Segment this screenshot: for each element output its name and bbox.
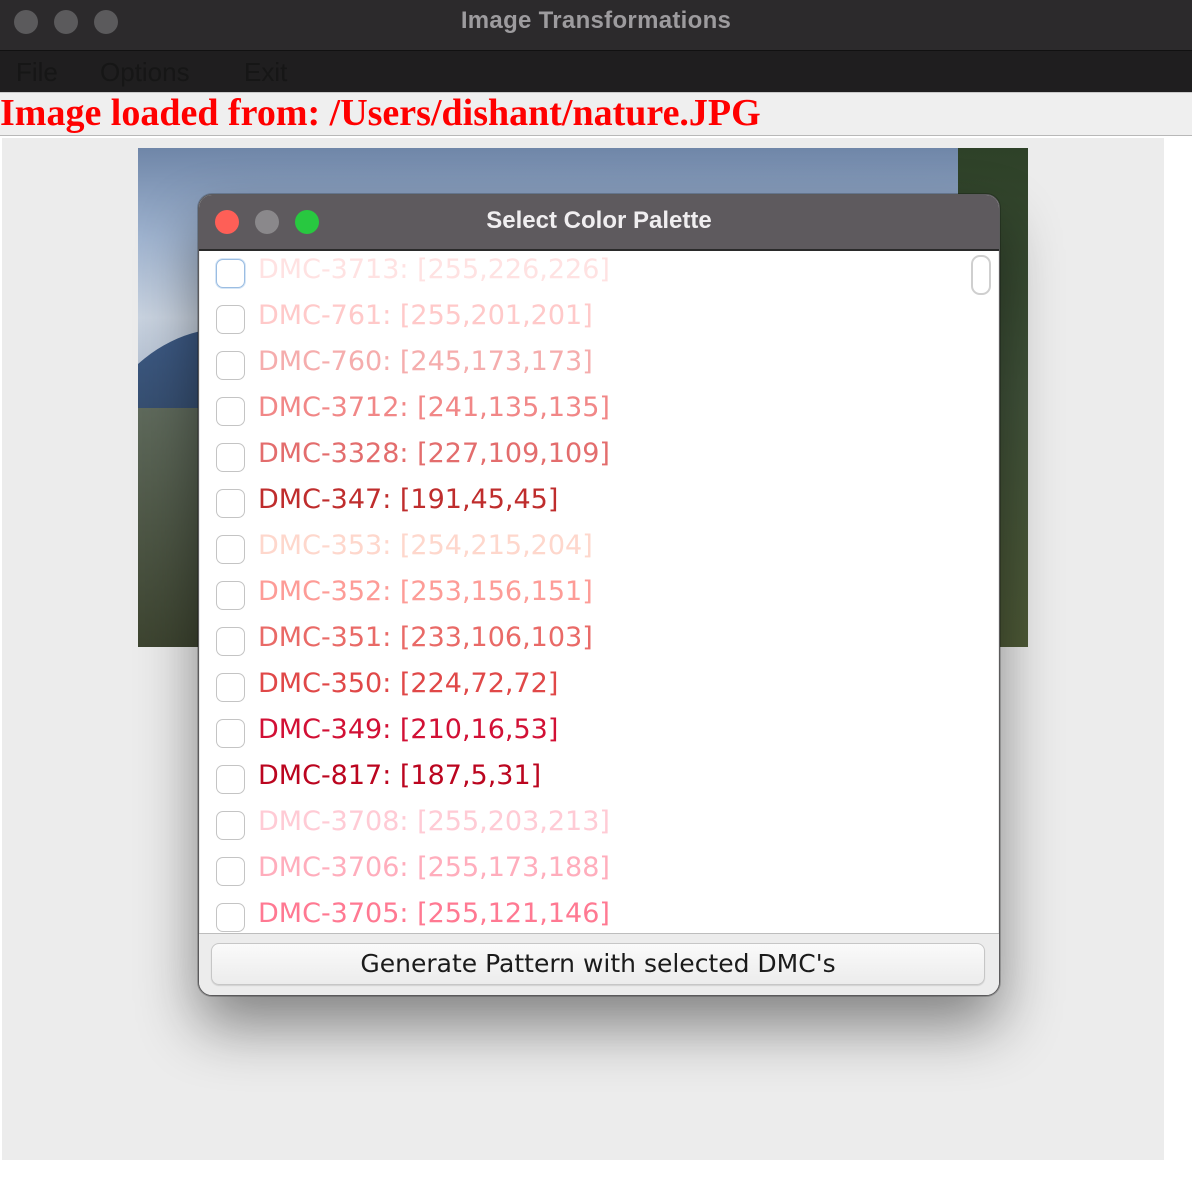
window-titlebar: Image Transformations xyxy=(0,0,1192,51)
palette-item[interactable]: DMC-3328: [227,109,109] xyxy=(200,435,964,481)
palette-checkbox[interactable] xyxy=(216,627,245,656)
menu-options[interactable]: Options xyxy=(100,57,190,88)
palette-checkbox[interactable] xyxy=(216,581,245,610)
palette-scrollbar[interactable] xyxy=(964,251,998,933)
palette-item-label: DMC-817: [187,5,31] xyxy=(258,760,542,791)
palette-item[interactable]: DMC-347: [191,45,45] xyxy=(200,481,964,527)
color-palette-dialog: Select Color Palette DMC-3713: [255,226,… xyxy=(198,194,1000,996)
palette-checkbox[interactable] xyxy=(216,489,245,518)
menu-exit[interactable]: Exit xyxy=(244,57,287,88)
dialog-title: Select Color Palette xyxy=(486,207,712,234)
palette-item-label: DMC-761: [255,201,201] xyxy=(258,300,593,331)
palette-item-label: DMC-3713: [255,226,226] xyxy=(258,254,610,285)
palette-item-label: DMC-350: [224,72,72] xyxy=(258,668,559,699)
palette-item[interactable]: DMC-349: [210,16,53] xyxy=(200,711,964,757)
palette-item[interactable]: DMC-352: [253,156,151] xyxy=(200,573,964,619)
palette-item[interactable]: DMC-3708: [255,203,213] xyxy=(200,803,964,849)
scrollbar-thumb[interactable] xyxy=(971,255,991,295)
palette-item-label: DMC-3328: [227,109,109] xyxy=(258,438,610,469)
palette-item[interactable]: DMC-3713: [255,226,226] xyxy=(200,251,964,297)
dialog-button-bar: Generate Pattern with selected DMC's xyxy=(199,933,999,995)
palette-item-label: DMC-347: [191,45,45] xyxy=(258,484,559,515)
palette-checkbox[interactable] xyxy=(216,811,245,840)
window-title: Image Transformations xyxy=(460,7,732,34)
status-message: Image loaded from: /Users/dishant/nature… xyxy=(0,92,761,134)
palette-item[interactable]: DMC-3712: [241,135,135] xyxy=(200,389,964,435)
palette-item-label: DMC-349: [210,16,53] xyxy=(258,714,559,745)
palette-checkbox[interactable] xyxy=(216,305,245,334)
menu-file[interactable]: File xyxy=(16,57,58,88)
palette-checkbox[interactable] xyxy=(216,719,245,748)
generate-pattern-button[interactable]: Generate Pattern with selected DMC's xyxy=(211,943,985,985)
palette-item-label: DMC-3706: [255,173,188] xyxy=(258,852,610,883)
palette-item[interactable]: DMC-351: [233,106,103] xyxy=(200,619,964,665)
menu-bar: File Options Exit xyxy=(0,51,1192,94)
palette-item-label: DMC-760: [245,173,173] xyxy=(258,346,593,377)
palette-item-label: DMC-352: [253,156,151] xyxy=(258,576,593,607)
palette-item[interactable]: DMC-350: [224,72,72] xyxy=(200,665,964,711)
palette-checkbox[interactable] xyxy=(216,535,245,564)
palette-checkbox[interactable] xyxy=(216,259,245,288)
palette-item[interactable]: DMC-3705: [255,121,146] xyxy=(200,895,964,933)
palette-checkbox[interactable] xyxy=(216,351,245,380)
palette-list[interactable]: DMC-3713: [255,226,226] DMC-761: [255,201… xyxy=(200,251,964,933)
palette-item[interactable]: DMC-353: [254,215,204] xyxy=(200,527,964,573)
palette-item-label: DMC-3708: [255,203,213] xyxy=(258,806,610,837)
palette-checkbox[interactable] xyxy=(216,673,245,702)
palette-item[interactable]: DMC-761: [255,201,201] xyxy=(200,297,964,343)
status-bar: Image loaded from: /Users/dishant/nature… xyxy=(0,92,1192,136)
palette-item[interactable]: DMC-3706: [255,173,188] xyxy=(200,849,964,895)
palette-checkbox[interactable] xyxy=(216,765,245,794)
palette-checkbox[interactable] xyxy=(216,903,245,932)
dialog-titlebar: Select Color Palette xyxy=(199,195,999,251)
palette-item-label: DMC-3712: [241,135,135] xyxy=(258,392,610,423)
palette-item-label: DMC-351: [233,106,103] xyxy=(258,622,593,653)
palette-checkbox[interactable] xyxy=(216,857,245,886)
palette-item[interactable]: DMC-817: [187,5,31] xyxy=(200,757,964,803)
palette-checkbox[interactable] xyxy=(216,397,245,426)
palette-item-label: DMC-353: [254,215,204] xyxy=(258,530,593,561)
palette-checkbox[interactable] xyxy=(216,443,245,472)
palette-item[interactable]: DMC-760: [245,173,173] xyxy=(200,343,964,389)
palette-item-label: DMC-3705: [255,121,146] xyxy=(258,898,610,929)
